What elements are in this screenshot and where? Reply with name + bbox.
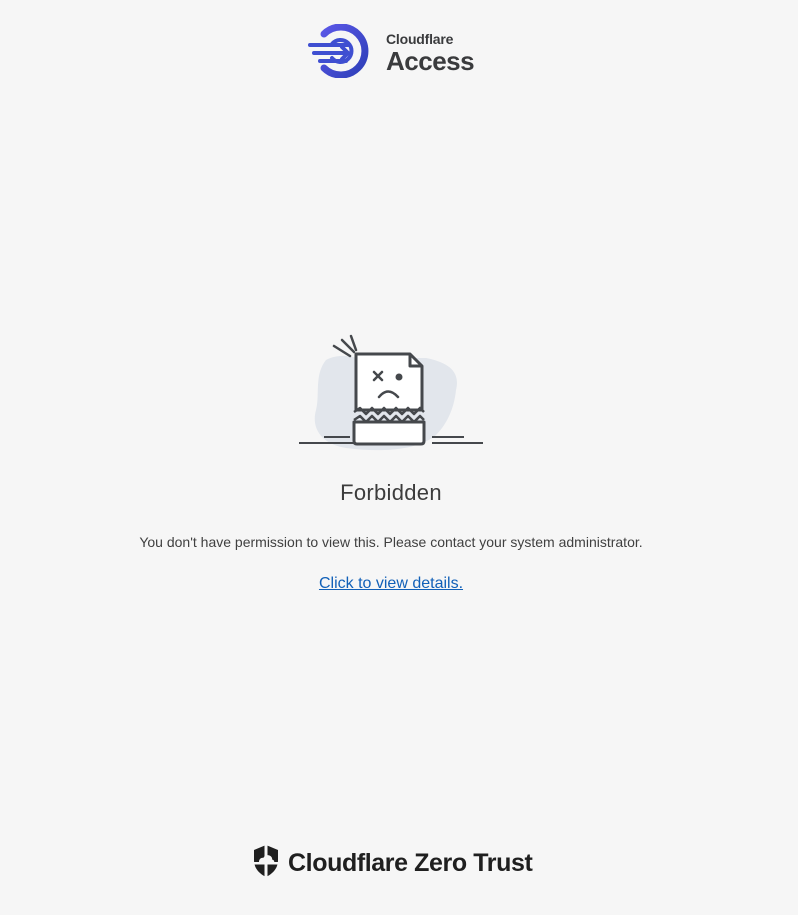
cloudflare-shield-icon bbox=[252, 844, 280, 883]
cloudflare-zero-trust-logo: Cloudflare Zero Trust bbox=[252, 844, 533, 883]
brand-text: Cloudflare Access bbox=[386, 29, 475, 76]
view-details-link[interactable]: Click to view details. bbox=[319, 575, 463, 592]
details-link-container: Click to view details. bbox=[0, 575, 782, 593]
broken-document-illustration bbox=[296, 330, 486, 455]
page-title: Forbidden bbox=[340, 480, 442, 505]
forbidden-page: Cloudflare Access Forbidden You don't ha… bbox=[0, 0, 798, 915]
brand-small-label: Cloudflare bbox=[386, 30, 454, 47]
footer-brand-label: Cloudflare Zero Trust bbox=[288, 848, 533, 877]
cloudflare-access-logo: Cloudflare Access bbox=[308, 24, 475, 78]
cloudflare-access-icon bbox=[308, 24, 372, 78]
brand-large-label: Access bbox=[386, 45, 475, 76]
error-message: You don't have permission to view this. … bbox=[139, 534, 643, 550]
